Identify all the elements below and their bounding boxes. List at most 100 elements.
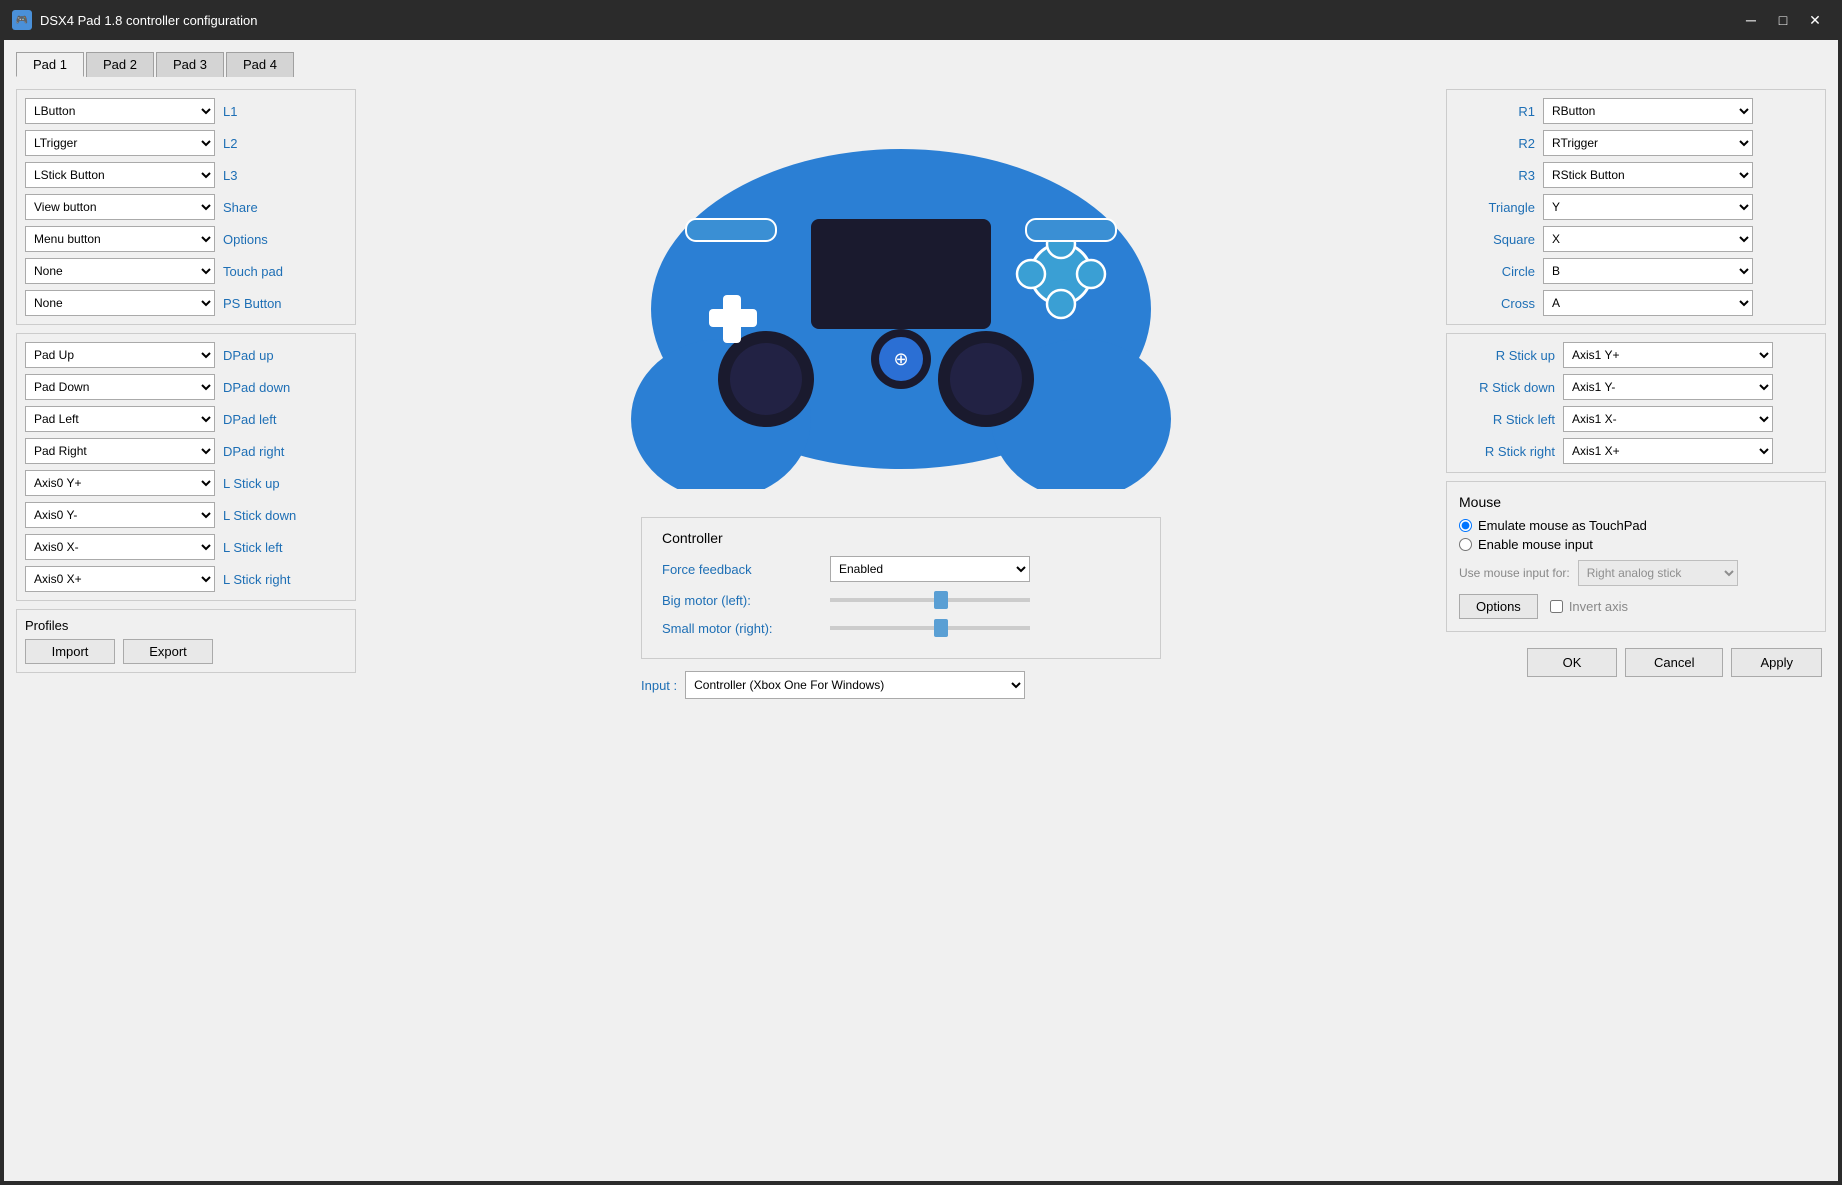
lstick-down-label: L Stick down <box>223 508 296 523</box>
mouse-section: Mouse Emulate mouse as TouchPad Enable m… <box>1446 481 1826 632</box>
square-label: Square <box>1455 232 1535 247</box>
lstick-left-row: Axis0 X-None L Stick left <box>25 534 347 560</box>
tab-bar: Pad 1 Pad 2 Pad 3 Pad 4 <box>16 52 1826 77</box>
right-button-mappings: R1 RButtonNone R2 RTriggerNone R3 RStick… <box>1446 89 1826 325</box>
lstick-up-select[interactable]: Axis0 Y+None <box>25 470 215 496</box>
dpad-left-row: Pad LeftNone DPad left <box>25 406 347 432</box>
export-button[interactable]: Export <box>123 639 213 664</box>
input-select[interactable]: Controller (Xbox One For Windows) Direct… <box>685 671 1025 699</box>
r2-select[interactable]: RTriggerNone <box>1543 130 1753 156</box>
title-bar: 🎮 DSX4 Pad 1.8 controller configuration … <box>0 0 1842 40</box>
tab-pad4[interactable]: Pad 4 <box>226 52 294 77</box>
l3-select[interactable]: LStick ButtonNone <box>25 162 215 188</box>
enable-mouse-label[interactable]: Enable mouse input <box>1478 537 1593 552</box>
triangle-label: Triangle <box>1455 200 1535 215</box>
svg-text:⊕: ⊕ <box>893 349 908 369</box>
big-motor-slider[interactable] <box>830 590 1030 610</box>
rstick-right-row: R Stick right Axis1 X+None <box>1455 438 1817 464</box>
lstick-right-select[interactable]: Axis0 X+None <box>25 566 215 592</box>
rstick-down-select[interactable]: Axis1 Y-None <box>1563 374 1773 400</box>
touchpad-select[interactable]: NoneLButton <box>25 258 215 284</box>
ps-label: PS Button <box>223 296 293 311</box>
dpad-left-label: DPad left <box>223 412 293 427</box>
l2-mapping-row: LTriggerNone L2 <box>25 130 347 156</box>
controller-svg: ⊕ <box>591 89 1211 489</box>
input-row: Input : Controller (Xbox One For Windows… <box>641 671 1161 699</box>
mouse-title: Mouse <box>1459 494 1813 510</box>
share-mapping-row: View buttonNone Share <box>25 194 347 220</box>
r1-label: R1 <box>1455 104 1535 119</box>
enable-mouse-radio[interactable] <box>1459 538 1472 551</box>
tab-pad1[interactable]: Pad 1 <box>16 52 84 77</box>
dpad-left-select[interactable]: Pad LeftNone <box>25 406 215 432</box>
l2-label: L2 <box>223 136 293 151</box>
cross-select[interactable]: ANone <box>1543 290 1753 316</box>
lstick-down-select[interactable]: Axis0 Y-None <box>25 502 215 528</box>
emulate-touchpad-label[interactable]: Emulate mouse as TouchPad <box>1478 518 1647 533</box>
small-motor-slider[interactable] <box>830 618 1030 638</box>
dpad-up-row: Pad UpNone DPad up <box>25 342 347 368</box>
mouse-input-row: Use mouse input for: Right analog stick <box>1459 560 1813 586</box>
invert-axis-label[interactable]: Invert axis <box>1569 599 1628 614</box>
tab-pad3[interactable]: Pad 3 <box>156 52 224 77</box>
tab-pad2[interactable]: Pad 2 <box>86 52 154 77</box>
lstick-right-row: Axis0 X+None L Stick right <box>25 566 347 592</box>
rstick-down-row: R Stick down Axis1 Y-None <box>1455 374 1817 400</box>
rstick-left-select[interactable]: Axis1 X-None <box>1563 406 1773 432</box>
ok-button[interactable]: OK <box>1527 648 1617 677</box>
mouse-options-button[interactable]: Options <box>1459 594 1538 619</box>
controller-title: Controller <box>662 530 1140 546</box>
right-panel: R1 RButtonNone R2 RTriggerNone R3 RStick… <box>1446 89 1826 1169</box>
rstick-down-label: R Stick down <box>1455 380 1555 395</box>
rstick-up-select[interactable]: Axis1 Y+None <box>1563 342 1773 368</box>
triangle-select[interactable]: YNone <box>1543 194 1753 220</box>
r3-select[interactable]: RStick ButtonNone <box>1543 162 1753 188</box>
cancel-button[interactable]: Cancel <box>1625 648 1723 677</box>
circle-row: Circle BNone <box>1455 258 1817 284</box>
dpad-right-select[interactable]: Pad RightNone <box>25 438 215 464</box>
invert-axis-checkbox[interactable] <box>1550 600 1563 613</box>
triangle-row: Triangle YNone <box>1455 194 1817 220</box>
dpad-section: Pad UpNone DPad up Pad DownNone DPad dow… <box>16 333 356 601</box>
options-select[interactable]: Menu buttonNone <box>25 226 215 252</box>
options-mapping-row: Menu buttonNone Options <box>25 226 347 252</box>
emulate-touchpad-radio[interactable] <box>1459 519 1472 532</box>
force-feedback-select[interactable]: Enabled Disabled <box>830 556 1030 582</box>
lstick-right-label: L Stick right <box>223 572 293 587</box>
left-panel: LButtonNoneLTrigger L1 LTriggerNone L2 L… <box>16 89 356 1169</box>
apply-button[interactable]: Apply <box>1731 648 1822 677</box>
minimize-button[interactable]: ─ <box>1736 6 1766 34</box>
r1-select[interactable]: RButtonNone <box>1543 98 1753 124</box>
maximize-button[interactable]: □ <box>1768 6 1798 34</box>
mouse-input-for-label: Use mouse input for: <box>1459 566 1570 580</box>
center-panel: ⊕ Controller Force feedback Enabled Disa… <box>364 89 1438 1169</box>
square-select[interactable]: XNone <box>1543 226 1753 252</box>
r2-row: R2 RTriggerNone <box>1455 130 1817 156</box>
lstick-left-label: L Stick left <box>223 540 293 555</box>
lstick-left-select[interactable]: Axis0 X-None <box>25 534 215 560</box>
main-window: Pad 1 Pad 2 Pad 3 Pad 4 LButtonNoneLTrig… <box>4 40 1838 1181</box>
circle-select[interactable]: BNone <box>1543 258 1753 284</box>
lstick-down-row: Axis0 Y-None L Stick down <box>25 502 347 528</box>
dpad-down-select[interactable]: Pad DownNone <box>25 374 215 400</box>
l1-mapping-row: LButtonNoneLTrigger L1 <box>25 98 347 124</box>
close-button[interactable]: ✕ <box>1800 6 1830 34</box>
dpad-down-label: DPad down <box>223 380 293 395</box>
small-motor-row: Small motor (right): <box>662 618 1140 638</box>
dpad-up-select[interactable]: Pad UpNone <box>25 342 215 368</box>
ps-select[interactable]: NoneLButton <box>25 290 215 316</box>
l1-label: L1 <box>223 104 293 119</box>
share-select[interactable]: View buttonNone <box>25 194 215 220</box>
rstick-right-label: R Stick right <box>1455 444 1555 459</box>
profiles-section: Profiles Import Export <box>16 609 356 673</box>
dpad-right-label: DPad right <box>223 444 293 459</box>
import-button[interactable]: Import <box>25 639 115 664</box>
l1-select[interactable]: LButtonNoneLTrigger <box>25 98 215 124</box>
rstick-left-row: R Stick left Axis1 X-None <box>1455 406 1817 432</box>
rstick-right-select[interactable]: Axis1 X+None <box>1563 438 1773 464</box>
share-label: Share <box>223 200 293 215</box>
touchpad-mapping-row: NoneLButton Touch pad <box>25 258 347 284</box>
rstick-left-label: R Stick left <box>1455 412 1555 427</box>
content-area: LButtonNoneLTrigger L1 LTriggerNone L2 L… <box>16 89 1826 1169</box>
l2-select[interactable]: LTriggerNone <box>25 130 215 156</box>
